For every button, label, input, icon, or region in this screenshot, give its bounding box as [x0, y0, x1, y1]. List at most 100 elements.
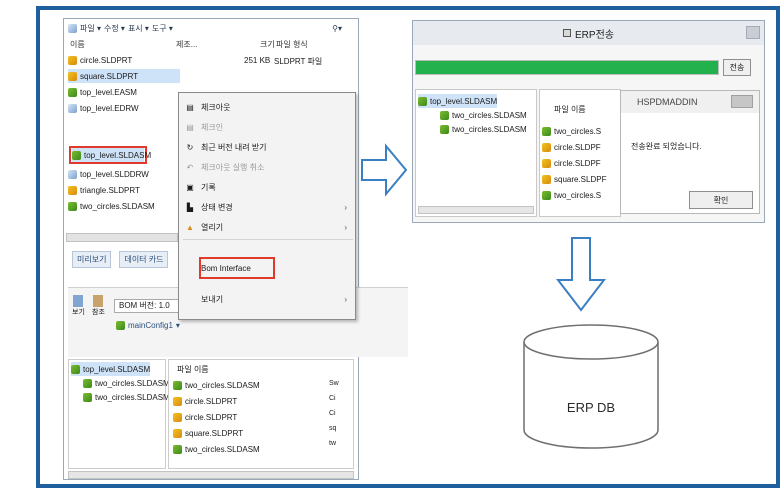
horizontal-scrollbar[interactable]: [68, 471, 354, 479]
state-icon: ▙: [186, 202, 194, 212]
drawing-file-icon: [68, 103, 77, 113]
tree-node[interactable]: top_level.SLDASM: [418, 94, 498, 108]
assembly-file-icon: [68, 87, 77, 97]
open-icon: ▲: [186, 222, 194, 232]
file-row[interactable]: two_circles.SLDASM: [68, 199, 155, 213]
assembly-icon: [83, 392, 92, 402]
file-list-header[interactable]: 파일 이름: [177, 364, 209, 375]
list-item[interactable]: circle.SLDPF: [542, 156, 601, 170]
part-file-icon: [68, 185, 77, 195]
erp-file-list: 파일 이름 two_circles.S circle.SLDPF circle.…: [539, 89, 621, 217]
config-select[interactable]: mainConfig1 ▾: [116, 321, 180, 330]
checkout-icon: ▤: [186, 102, 194, 112]
part-icon: [173, 412, 182, 422]
list-item[interactable]: square.SLDPF: [542, 172, 606, 186]
tree-node[interactable]: two_circles.SLDASM: [440, 122, 527, 136]
erp-tree: top_level.SLDASM two_circles.SLDASM two_…: [415, 89, 537, 217]
menu-divider: [183, 239, 353, 240]
column-date[interactable]: 제조...: [176, 39, 197, 50]
reference-button[interactable]: 참조: [92, 295, 105, 317]
database-label: ERP DB: [567, 400, 615, 415]
explorer-toolbar: 파일 ▾ 수정 ▾ 표시 ▾ 도구 ▾ ⚲▾: [64, 19, 358, 37]
menu-item-history[interactable]: ▣ 기록: [179, 177, 355, 197]
down-arrow-icon: [556, 237, 606, 312]
progress-fill: [416, 61, 718, 74]
tab-preview[interactable]: 미리보기: [72, 251, 112, 268]
menu-file[interactable]: 파일 ▾: [80, 23, 101, 34]
menu-item-send-to[interactable]: 보내기 ›: [179, 289, 355, 309]
assembly-file-icon: [68, 201, 77, 211]
tree-node[interactable]: two_circles.SLDASM: [440, 108, 527, 122]
bom-tree: top_level.SLDASM two_circles.SLDASM two_…: [68, 359, 170, 469]
menu-view[interactable]: 표시 ▾: [128, 23, 149, 34]
list-item[interactable]: circle.SLDPF: [542, 140, 601, 154]
part-icon: [542, 174, 551, 184]
file-list-extra: Sw Ci Ci sq tw: [329, 380, 339, 447]
list-item[interactable]: two_circles.SLDASM: [173, 442, 260, 456]
file-row[interactable]: top_level.SLDDRW: [68, 167, 149, 181]
part-icon: [173, 428, 182, 438]
assembly-icon: [542, 190, 551, 200]
assembly-icon: [440, 110, 449, 120]
file-row[interactable]: triangle.SLDPRT: [68, 183, 140, 197]
assembly-icon: [83, 378, 92, 388]
part-icon: [173, 396, 182, 406]
assembly-icon: [173, 444, 182, 454]
erp-title-bar: ERP전송: [413, 21, 764, 45]
close-icon[interactable]: [746, 26, 760, 39]
menu-tools[interactable]: 도구 ▾: [152, 23, 173, 34]
search-icon[interactable]: ⚲▾: [332, 24, 342, 33]
assembly-icon: [440, 124, 449, 134]
file-row-selected[interactable]: top_level.SLDASM: [72, 148, 151, 162]
checkin-icon: ▤: [186, 122, 194, 132]
tree-node[interactable]: two_circles.SLDASM: [83, 390, 170, 404]
folder-icon: [68, 23, 77, 33]
file-list-header[interactable]: 파일 이름: [554, 104, 586, 115]
menu-item-undo-checkout[interactable]: ↶ 체크아웃 실행 취소: [179, 157, 355, 177]
undo-icon: ↶: [186, 162, 194, 172]
submenu-arrow-icon: ›: [344, 222, 347, 232]
menu-item-get-latest[interactable]: ↻ 최근 버전 내려 받기: [179, 137, 355, 157]
bom-file-list: 파일 이름 two_circles.SLDASM circle.SLDPRT c…: [168, 359, 354, 469]
assembly-icon: [173, 380, 182, 390]
right-arrow-icon: [361, 143, 408, 197]
list-item[interactable]: square.SLDPRT: [173, 426, 243, 440]
list-item[interactable]: two_circles.S: [542, 124, 601, 138]
part-file-icon: [68, 71, 77, 81]
file-row[interactable]: square.SLDPRT: [68, 69, 180, 83]
horizontal-scrollbar[interactable]: [66, 233, 178, 242]
list-item[interactable]: circle.SLDPRT: [173, 410, 237, 424]
list-item[interactable]: two_circles.S: [542, 188, 601, 202]
menu-item-change-state[interactable]: ▙ 상태 변경 ›: [179, 197, 355, 217]
tree-node[interactable]: two_circles.SLDASM: [83, 376, 170, 390]
file-row[interactable]: circle.SLDPRT: [68, 53, 132, 67]
file-row[interactable]: top_level.EASM: [68, 85, 137, 99]
menu-item-open[interactable]: ▲ 열리기 ›: [179, 217, 355, 237]
menu-item-bom-interface[interactable]: Bom Interface: [179, 258, 355, 278]
close-icon[interactable]: [731, 95, 753, 108]
tab-data-card[interactable]: 데이터 카드: [119, 251, 169, 268]
part-icon: [542, 142, 551, 152]
window-icon: [563, 29, 572, 37]
context-menu: ▤ 체크아웃 ▤ 체크인 ↻ 최근 버전 내려 받기 ↶ 체크아웃 실행 취소 ▣ 기록 …: [178, 92, 356, 320]
view-icon: [73, 295, 84, 307]
column-size[interactable]: 크기: [260, 39, 275, 50]
submenu-arrow-icon: ›: [344, 202, 347, 212]
menu-item-checkin[interactable]: ▤ 체크인: [179, 117, 355, 137]
ok-button[interactable]: 확인: [689, 191, 753, 209]
assembly-file-icon: [72, 150, 81, 160]
configuration-icon: [116, 321, 125, 330]
column-type[interactable]: 파일 형식: [276, 39, 308, 50]
figure-frame-bottom: [36, 484, 780, 488]
menu-edit[interactable]: 수정 ▾: [104, 23, 125, 34]
list-item[interactable]: two_circles.SLDASM: [173, 378, 260, 392]
column-name[interactable]: 이름: [70, 39, 85, 50]
list-item[interactable]: circle.SLDPRT: [173, 394, 237, 408]
database-icon: ERP DB: [523, 324, 659, 449]
horizontal-scrollbar[interactable]: [418, 206, 534, 214]
send-button[interactable]: 전송: [723, 59, 751, 76]
file-row[interactable]: top_level.EDRW: [68, 101, 139, 115]
tree-node[interactable]: top_level.SLDASM: [71, 362, 151, 376]
menu-item-checkout[interactable]: ▤ 체크아웃: [179, 97, 355, 117]
view-button[interactable]: 보기: [72, 295, 85, 317]
